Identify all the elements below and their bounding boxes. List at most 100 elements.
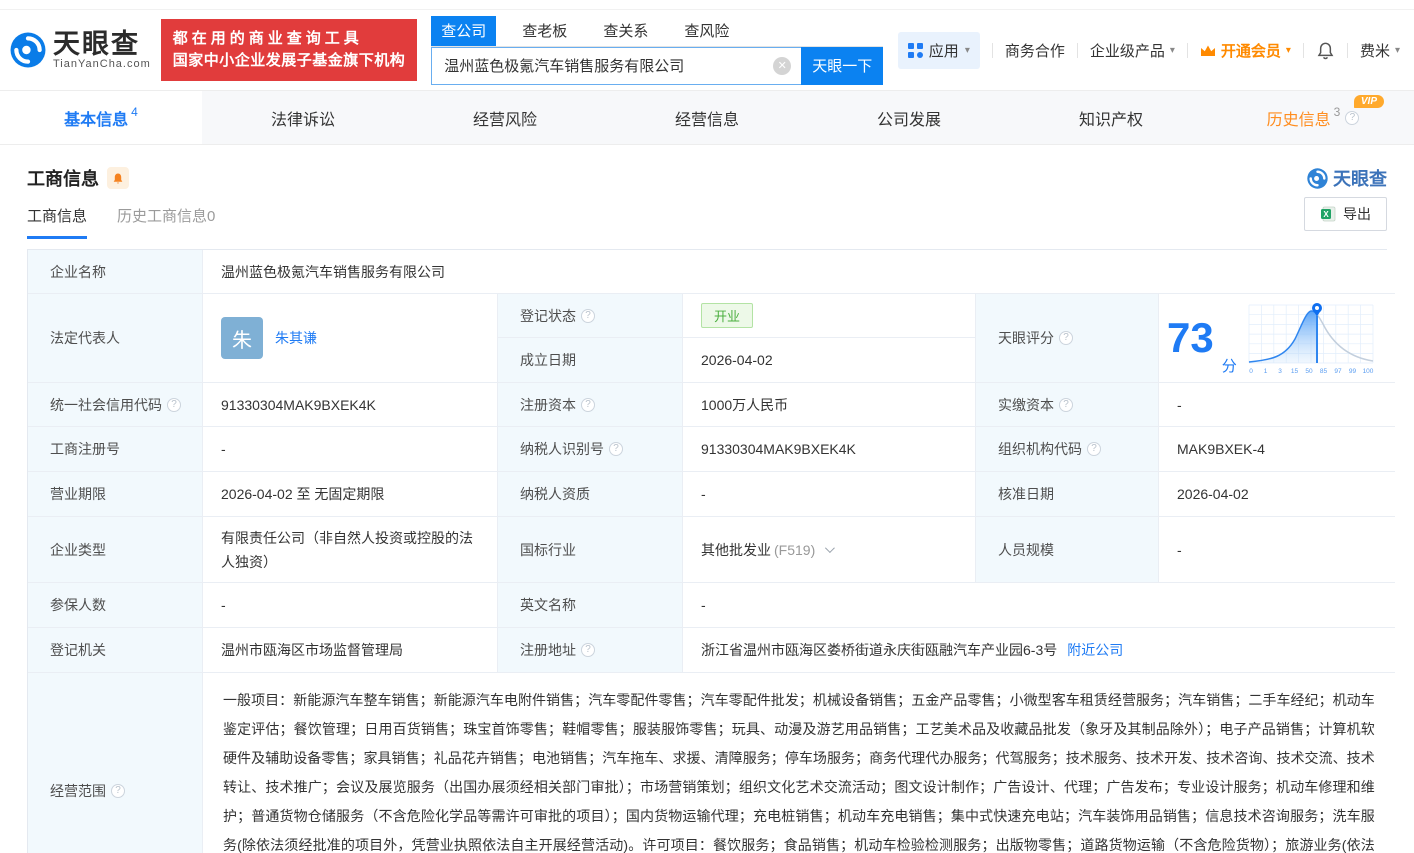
search-tab-risk[interactable]: 查风险 xyxy=(674,16,739,46)
tab-operation-info[interactable]: 经营信息 xyxy=(606,91,808,144)
user-menu[interactable]: 费米 ▾ xyxy=(1360,40,1400,61)
help-icon[interactable]: ? xyxy=(581,309,595,323)
svg-text:99: 99 xyxy=(1349,368,1357,375)
apps-grid-icon xyxy=(908,43,923,58)
tab-operation-risk[interactable]: 经营风险 xyxy=(404,91,606,144)
company-name-value: 温州蓝色极氪汽车销售服务有限公司 xyxy=(203,250,1395,294)
paid-capital-label: 实缴资本? xyxy=(976,383,1159,427)
apps-menu[interactable]: 应用 ▾ xyxy=(898,32,980,69)
company-nav-tabs: 基本信息4 法律诉讼 经营风险 经营信息 公司发展 知识产权 VIP 历史信息3… xyxy=(0,90,1414,145)
divider xyxy=(1077,43,1078,58)
svg-text:X: X xyxy=(1323,210,1329,219)
svg-text:15: 15 xyxy=(1291,368,1299,375)
help-icon[interactable]: ? xyxy=(1059,398,1073,412)
apps-label: 应用 xyxy=(929,40,959,61)
tab-legal-litigation[interactable]: 法律诉讼 xyxy=(202,91,404,144)
legal-rep-link[interactable]: 朱其谦 xyxy=(275,328,317,348)
company-type-label: 企业类型 xyxy=(28,517,203,583)
search-button[interactable]: 天眼一下 xyxy=(801,47,883,85)
nearby-companies-link[interactable]: 附近公司 xyxy=(1067,640,1123,660)
credit-code-label: 统一社会信用代码? xyxy=(28,383,203,427)
help-icon[interactable]: ? xyxy=(1059,331,1073,345)
slogan-line1: 都在用的商业查询工具 xyxy=(173,28,406,50)
score-label: 天眼评分? xyxy=(976,294,1159,383)
taxpayer-id-value: 91330304MAK9BXEK4K xyxy=(683,427,976,472)
tab-intellectual-property[interactable]: 知识产权 xyxy=(1010,91,1212,144)
help-icon[interactable]: ? xyxy=(581,643,595,657)
clear-icon[interactable]: ✕ xyxy=(773,57,791,75)
address-label: 注册地址? xyxy=(498,628,683,673)
svg-text:97: 97 xyxy=(1334,368,1342,375)
score-value[interactable]: 73 分 xyxy=(1159,294,1395,383)
tianyancha-logo-icon xyxy=(1307,168,1328,189)
taxpayer-id-label: 纳税人识别号? xyxy=(498,427,683,472)
subtab-history-business-info[interactable]: 历史工商信息0 xyxy=(117,205,215,239)
reg-status-value: 开业 xyxy=(683,294,976,338)
tab-company-development[interactable]: 公司发展 xyxy=(808,91,1010,144)
menu-enterprise[interactable]: 企业级产品 ▾ xyxy=(1090,40,1175,61)
reg-number-label: 工商注册号 xyxy=(28,427,203,472)
subtab-business-info[interactable]: 工商信息 xyxy=(27,205,87,239)
insured-count-value: - xyxy=(203,583,498,628)
section-head: 工商信息 天眼查 xyxy=(0,145,1414,191)
watermark-text: 天眼查 xyxy=(1333,165,1387,191)
search-tab-company[interactable]: 查公司 xyxy=(431,16,496,46)
watermark-logo: 天眼查 xyxy=(1307,165,1387,191)
logo-title: 天眼查 xyxy=(53,30,151,58)
crown-icon xyxy=(1200,44,1216,57)
svg-text:50: 50 xyxy=(1305,368,1313,375)
chevron-down-icon: ▾ xyxy=(965,45,970,56)
help-icon[interactable]: ? xyxy=(581,398,595,412)
menu-vip[interactable]: 开通会员 ▾ xyxy=(1200,40,1291,61)
search-tab-boss[interactable]: 查老板 xyxy=(512,16,577,46)
chevron-down-icon: ▾ xyxy=(1395,45,1400,56)
help-icon[interactable]: ? xyxy=(111,784,125,798)
org-code-value: MAK9BXEK-4 xyxy=(1159,427,1395,472)
svg-text:100: 100 xyxy=(1362,368,1373,375)
notification-bell[interactable] xyxy=(1316,41,1335,60)
search-input[interactable] xyxy=(431,47,801,85)
svg-text:0: 0 xyxy=(1249,368,1253,375)
chevron-down-icon[interactable] xyxy=(825,543,835,553)
site-header: 天眼查 TianYanCha.com 都在用的商业查询工具 国家中小企业发展子基… xyxy=(0,10,1414,90)
export-button[interactable]: X 导出 xyxy=(1304,197,1387,231)
help-icon[interactable]: ? xyxy=(167,398,181,412)
search-tab-relation[interactable]: 查关系 xyxy=(593,16,658,46)
approval-date-label: 核准日期 xyxy=(976,472,1159,517)
score-distribution-chart: 0 1 3 15 50 85 97 99 100 xyxy=(1245,301,1377,375)
company-name-label: 企业名称 xyxy=(28,250,203,294)
vip-badge: VIP xyxy=(1354,95,1384,108)
business-scope-value: 一般项目：新能源汽车整车销售；新能源汽车电附件销售；汽车零配件零售；汽车零配件批… xyxy=(203,673,1395,853)
help-icon[interactable]: ? xyxy=(1345,111,1359,125)
help-icon[interactable]: ? xyxy=(609,442,623,456)
top-strip xyxy=(0,0,1414,10)
org-code-label: 组织机构代码? xyxy=(976,427,1159,472)
business-term-label: 营业期限 xyxy=(28,472,203,517)
search-tabs: 查公司 查老板 查关系 查风险 xyxy=(431,16,883,47)
menu-cooperation[interactable]: 商务合作 xyxy=(1005,40,1065,61)
slogan-banner: 都在用的商业查询工具 国家中小企业发展子基金旗下机构 xyxy=(161,19,418,81)
tianyancha-logo[interactable]: 天眼查 TianYanCha.com xyxy=(10,30,151,70)
company-type-value: 有限责任公司（非自然人投资或控股的法人独资） xyxy=(203,517,498,583)
tab-history-info[interactable]: VIP 历史信息3 ? xyxy=(1212,91,1414,144)
english-name-value: - xyxy=(683,583,1395,628)
help-icon[interactable]: ? xyxy=(1087,442,1101,456)
status-badge: 开业 xyxy=(701,303,753,328)
score-number: 73 xyxy=(1167,317,1214,359)
establish-date-label: 成立日期 xyxy=(498,338,683,383)
subscribe-bell-button[interactable] xyxy=(107,167,129,189)
credit-code-value: 91330304MAK9BXEK4K xyxy=(203,383,498,427)
chevron-down-icon: ▾ xyxy=(1170,45,1175,56)
tab-basic-info[interactable]: 基本信息4 xyxy=(0,91,202,144)
subtab-row: 工商信息 历史工商信息0 X 导出 xyxy=(0,205,1414,239)
registry-value: 温州市瓯海区市场监督管理局 xyxy=(203,628,498,673)
business-term-value: 2026-04-02 至 无固定期限 xyxy=(203,472,498,517)
legal-rep-avatar[interactable]: 朱 xyxy=(221,317,263,359)
bell-icon xyxy=(112,172,124,185)
slogan-line2: 国家中小企业发展子基金旗下机构 xyxy=(173,50,406,72)
taxpayer-quality-label: 纳税人资质 xyxy=(498,472,683,517)
section-title: 工商信息 xyxy=(27,165,99,191)
svg-text:3: 3 xyxy=(1278,368,1282,375)
header-menu: 应用 ▾ 商务合作 企业级产品 ▾ 开通会员 ▾ 费米 xyxy=(898,32,1400,69)
industry-value[interactable]: 其他批发业 (F519) xyxy=(683,517,976,583)
